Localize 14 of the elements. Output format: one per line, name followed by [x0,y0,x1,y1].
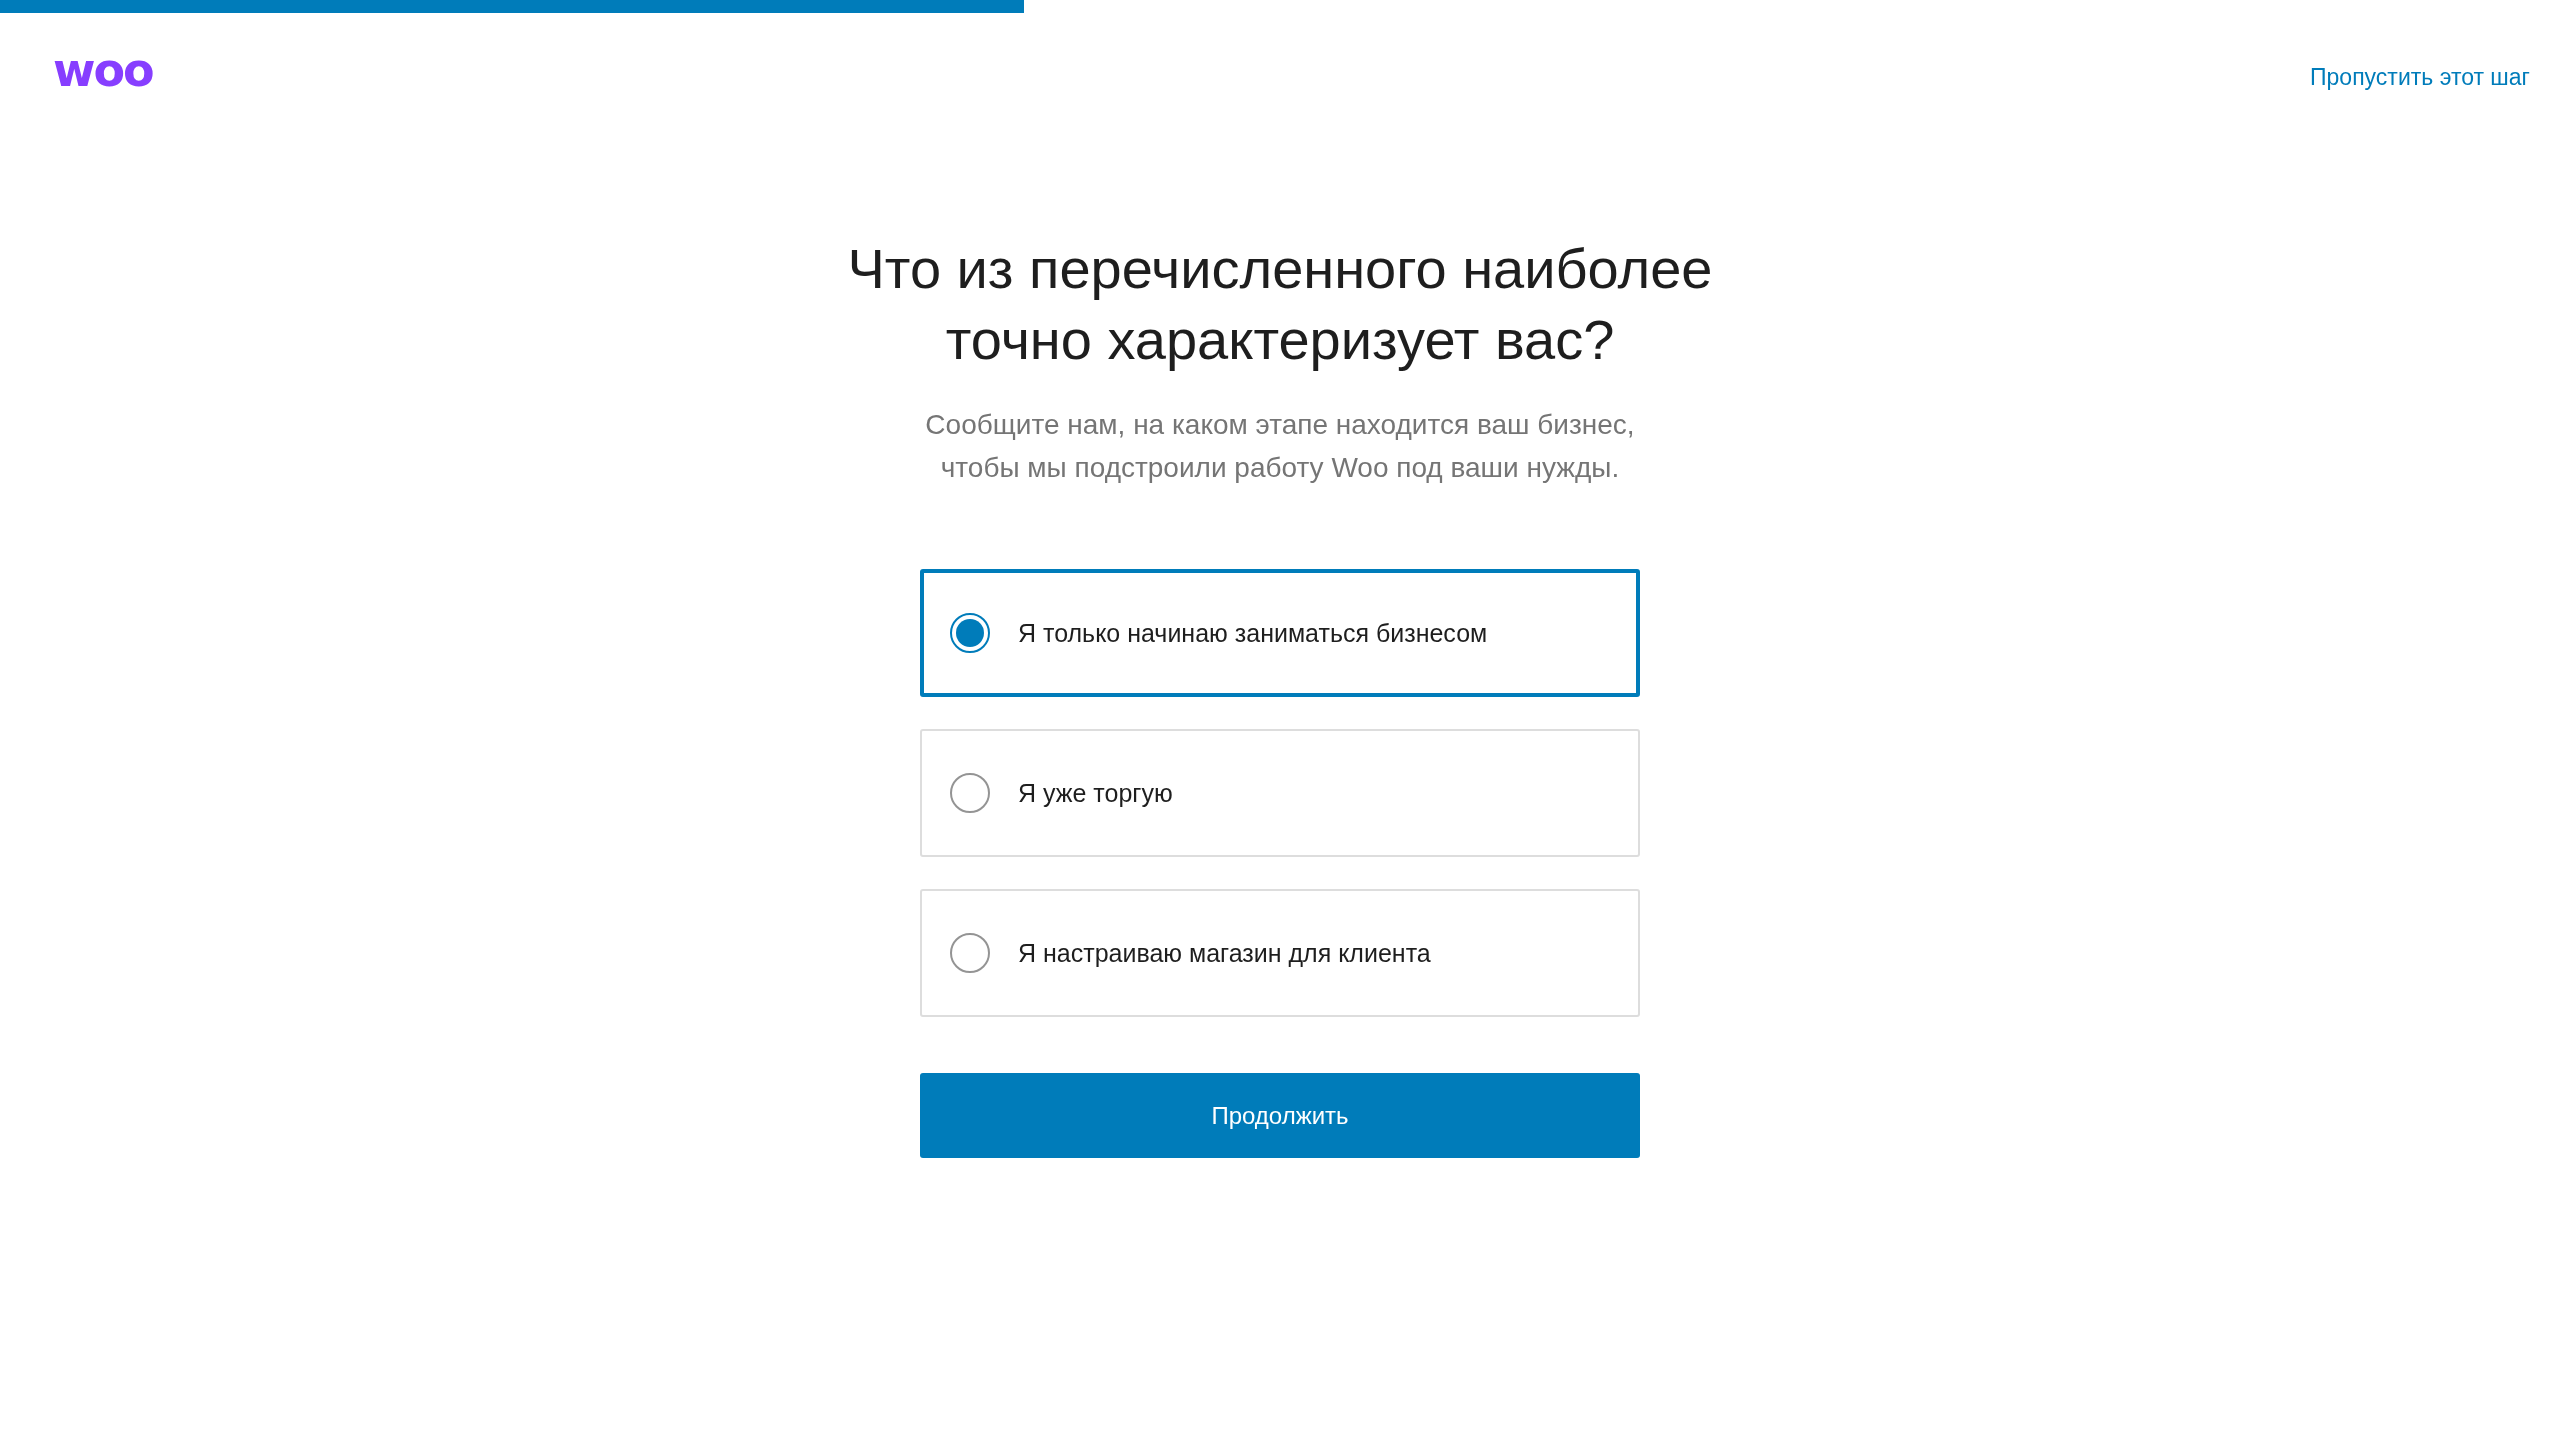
page-title: Что из перечисленного наиболее точно характеризует вас? [846,236,1714,373]
option-label: Я настраиваю магазин для клиента [1018,938,1431,968]
logo: woo [53,47,153,93]
option-card[interactable]: Я уже торгую [920,729,1640,857]
continue-button[interactable]: Продолжить [920,1073,1640,1158]
page-subtitle: Сообщите нам, на каком этапе находится ваш бизнес, чтобы мы подстроили работу Woo под ваши нужды. [924,408,1636,485]
option-card[interactable]: Я настраиваю магазин для клиента [920,889,1640,1017]
radio-button[interactable] [950,613,990,653]
radio-button[interactable] [950,933,990,973]
option-label: Я только начинаю заниматься бизнесом [1018,618,1488,648]
skip-link[interactable]: Пропустить этот шаг [2310,63,2530,91]
radio-button[interactable] [950,773,990,813]
option-card[interactable]: Я только начинаю заниматься бизнесом [920,569,1640,697]
option-label: Я уже торгую [1018,778,1173,808]
